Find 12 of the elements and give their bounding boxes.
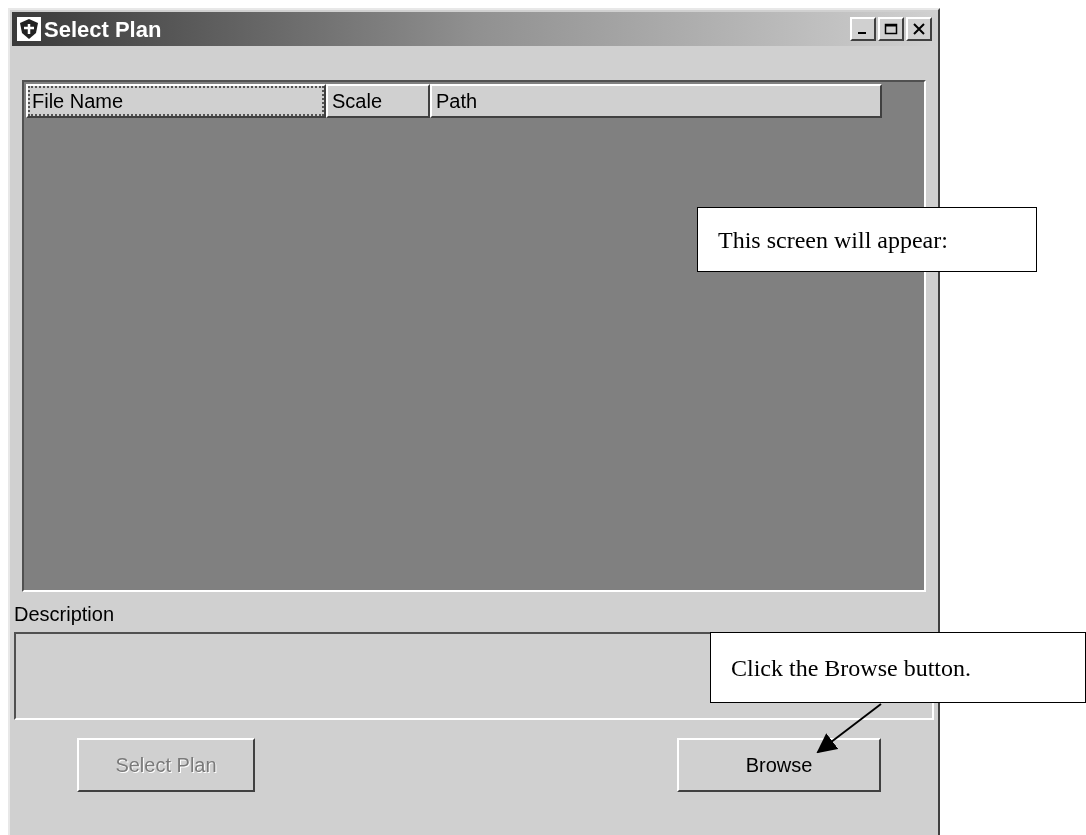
column-header[interactable]: Scale (326, 84, 430, 118)
description-label: Description (14, 602, 116, 626)
callout-tooltip: This screen will appear: (697, 207, 1037, 272)
maximize-icon[interactable] (878, 17, 904, 41)
minimize-icon[interactable] (850, 17, 876, 41)
close-icon[interactable] (906, 17, 932, 41)
shield-icon (16, 16, 42, 42)
column-header[interactable]: File Name (26, 84, 326, 118)
dialog-button[interactable]: Browse (677, 738, 881, 792)
column-header[interactable]: Path (430, 84, 882, 118)
window-title: Select Plan (44, 15, 162, 44)
callout-tooltip: Click the Browse button. (710, 632, 1086, 703)
